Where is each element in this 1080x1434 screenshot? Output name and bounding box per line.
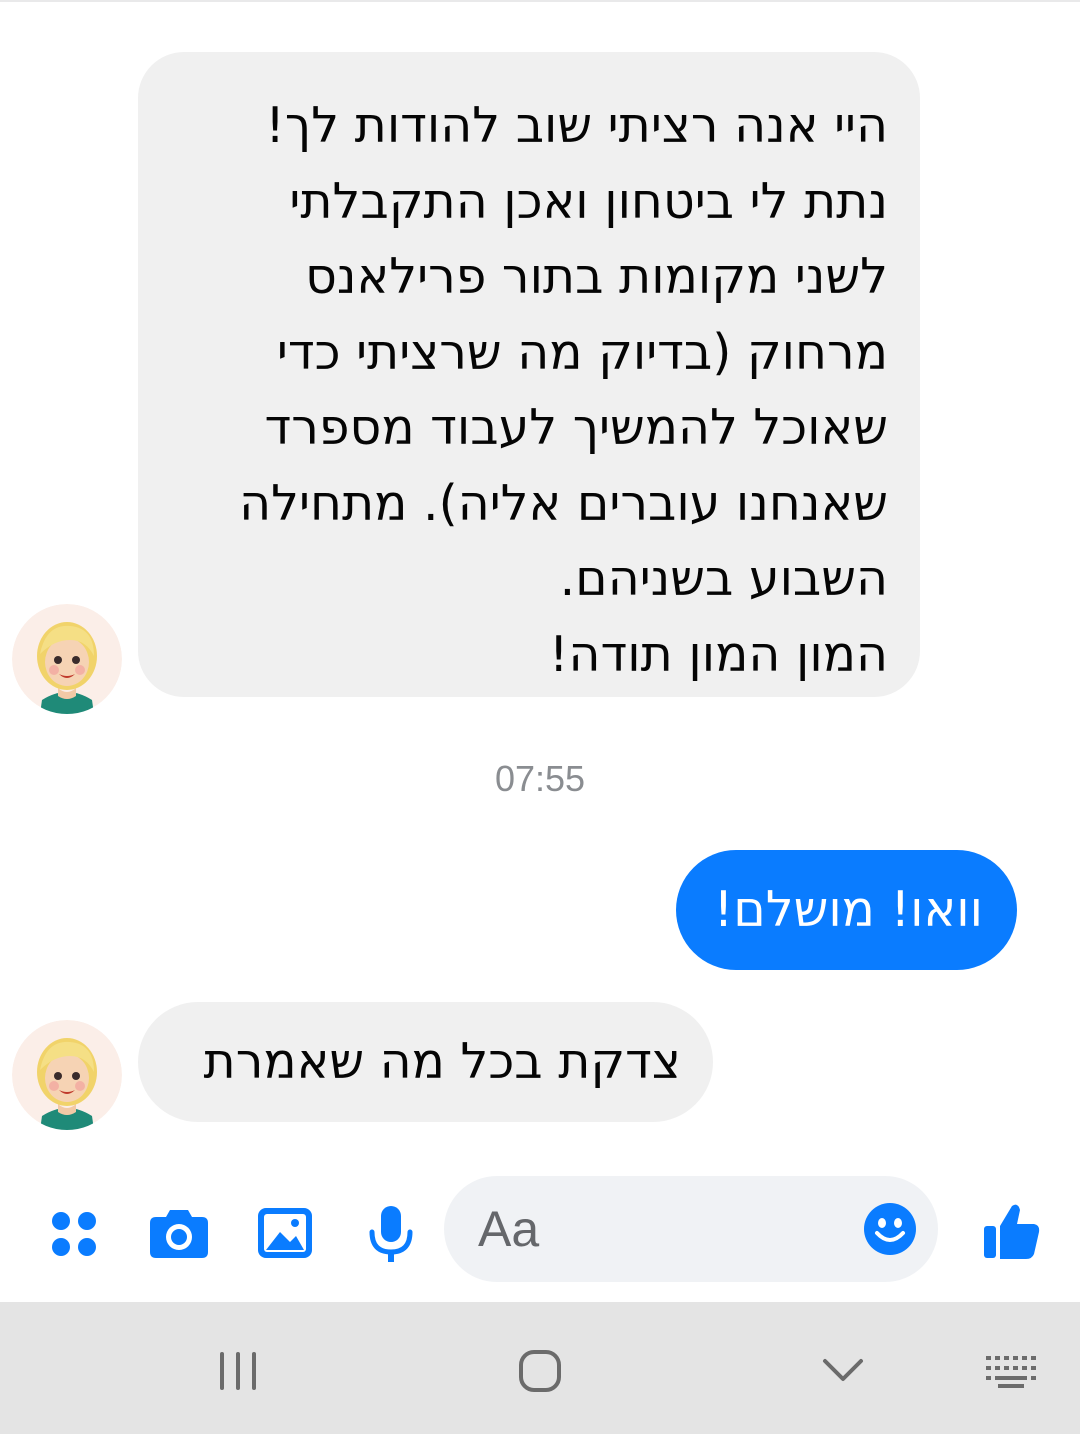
camera-icon[interactable] (150, 1206, 208, 1262)
contact-avatar[interactable] (12, 604, 122, 714)
message-line: נתת לי ביטחון ואכן התקבלתי (289, 172, 888, 230)
message-line: שאנחנו עוברים אליה). מתחילה (239, 474, 888, 532)
message-line: שאוכל להמשיך לעבוד מספרד (264, 399, 888, 456)
contact-avatar[interactable] (12, 1020, 122, 1130)
keyboard-icon[interactable] (986, 1356, 1036, 1392)
message-line: מרחוק (בדיוק מה שרציתי כדי (276, 323, 888, 381)
message-input[interactable]: Aa (444, 1176, 938, 1282)
top-divider (0, 0, 1080, 2)
incoming-message-bubble[interactable]: היי אנה רציתי שוב להודות לך! נתת לי ביטח… (138, 52, 920, 697)
message-input-placeholder: Aa (478, 1201, 540, 1257)
message-line: היי אנה רציתי שוב להודות לך! (265, 97, 888, 154)
message-line: השבוע בשניהם. (559, 550, 888, 607)
apps-icon[interactable] (48, 1208, 100, 1264)
emoji-icon[interactable] (864, 1203, 916, 1259)
outgoing-message-bubble[interactable]: וואו! מושלם! (676, 850, 1017, 970)
microphone-icon[interactable] (368, 1206, 414, 1268)
home-icon[interactable] (518, 1349, 562, 1397)
gallery-icon[interactable] (258, 1208, 312, 1262)
message-line: המון המון תודה! (548, 625, 888, 683)
avatar-illustration (12, 604, 122, 714)
message-line: לשני מקומות בתור פרילאנס (305, 248, 888, 305)
message-timestamp: 07:55 (494, 758, 586, 799)
system-navigation-bar (0, 1302, 1080, 1434)
incoming-message-bubble[interactable]: צדקת בכל מה שאמרת (138, 1002, 713, 1122)
thumbs-up-icon[interactable] (984, 1202, 1040, 1264)
recent-apps-icon[interactable] (218, 1352, 258, 1394)
back-icon[interactable] (822, 1358, 864, 1388)
avatar-illustration (12, 1020, 122, 1130)
